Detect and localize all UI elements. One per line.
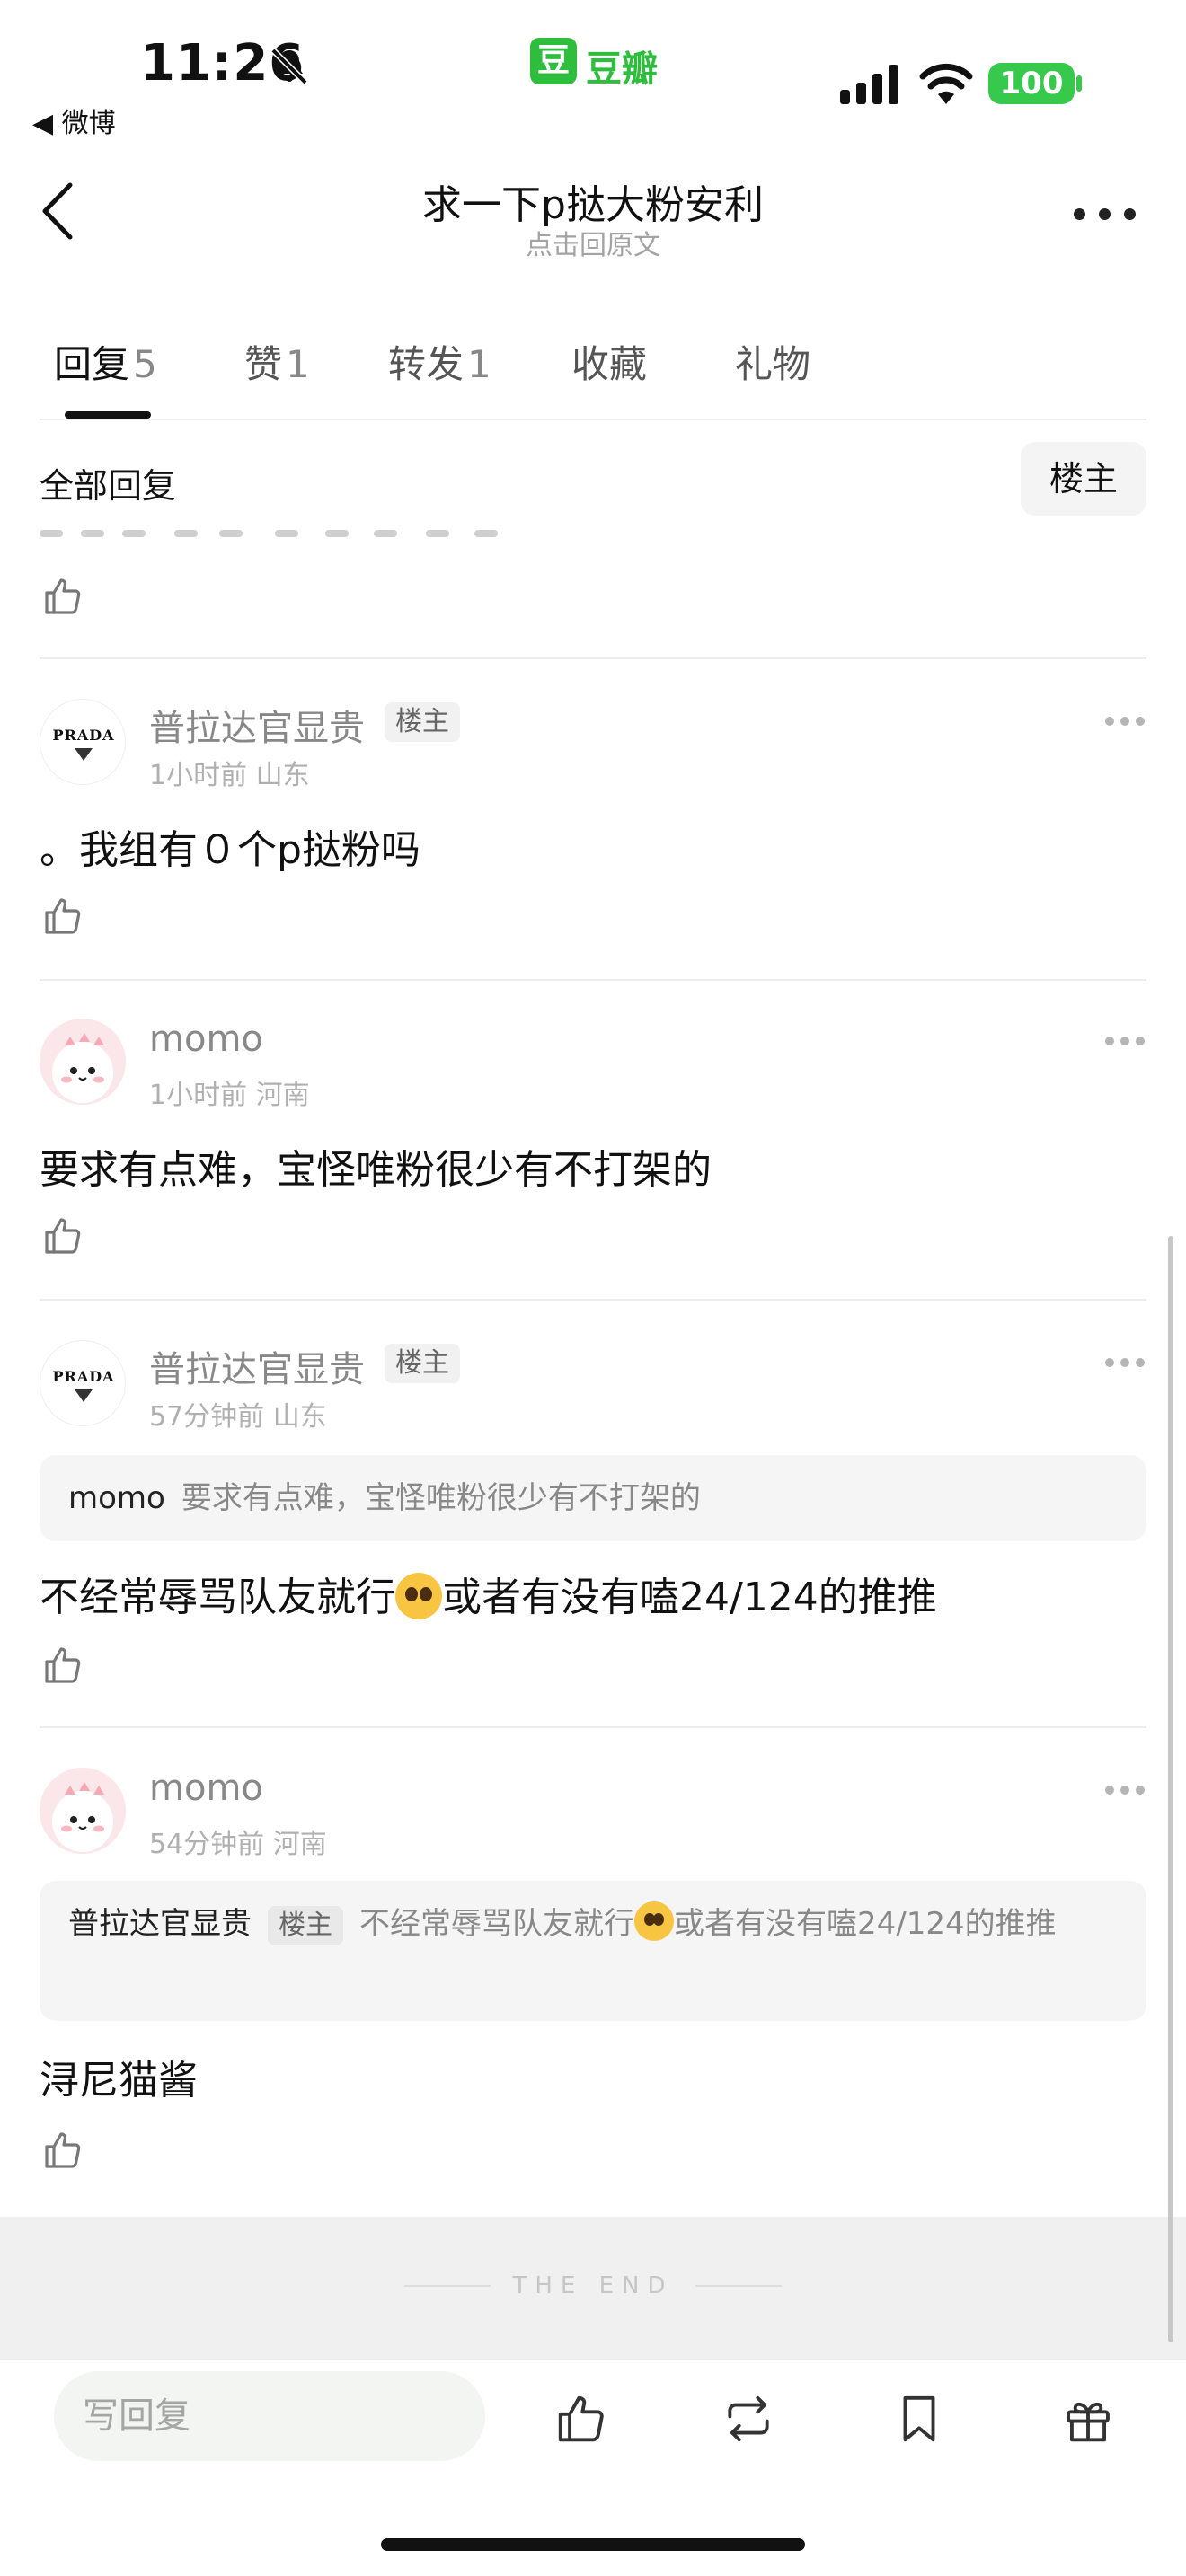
comment-more-icon[interactable] [1105, 1037, 1145, 1047]
owner-badge: 楼主 [385, 702, 460, 742]
prada-logo-mark [75, 1389, 93, 1402]
more-options-icon[interactable] [1074, 205, 1137, 223]
tab-likes[interactable]: 赞1 [244, 334, 310, 389]
prada-logo-mark [75, 748, 93, 761]
all-replies-label: 全部回复 [40, 466, 177, 506]
divider [40, 979, 1146, 981]
quoted-username: 普拉达官显贵 [68, 1906, 252, 1942]
comment-more-icon[interactable] [1105, 717, 1145, 728]
repost-icon[interactable] [721, 2391, 776, 2447]
like-icon[interactable] [41, 575, 84, 618]
battery-tip [1076, 75, 1082, 92]
prada-logo: PRADA [52, 727, 115, 744]
douban-app-icon: 豆 [530, 38, 577, 84]
comment-username[interactable]: momo [149, 1768, 263, 1809]
comment-meta: 57分钟前 山东 [149, 1401, 327, 1433]
tab-reposts[interactable]: 转发1 [388, 334, 491, 389]
like-icon[interactable] [41, 1214, 84, 1257]
quoted-text: 要求有点难，宝怪唯粉很少有不打架的 [181, 1480, 701, 1516]
comment-username[interactable]: 普拉达官显贵 [149, 1340, 365, 1392]
comment-more-icon[interactable] [1105, 1358, 1145, 1369]
tab-gifts[interactable]: 礼物 [735, 334, 810, 389]
like-icon[interactable] [41, 895, 84, 938]
comment-username[interactable]: 普拉达官显贵 [149, 699, 365, 751]
active-tab-indicator [65, 411, 151, 419]
page-title[interactable]: 求一下p挞大粉安利 [0, 172, 1186, 230]
back-to-original-link[interactable]: 点击回原文 [0, 223, 1186, 262]
divider [40, 657, 1146, 659]
comment-meta: 1小时前 河南 [149, 1080, 310, 1111]
comment-content: 浔尼猫酱 [40, 2058, 198, 2104]
comment-username[interactable]: momo [149, 1019, 263, 1060]
like-icon[interactable] [41, 1644, 84, 1687]
back-to-weibo-link[interactable]: ◀ 微博 [32, 101, 116, 140]
wifi-icon [919, 63, 973, 104]
pleading-face-emoji [395, 1573, 442, 1619]
bottom-bar-divider [0, 2359, 1186, 2360]
like-icon[interactable] [553, 2391, 609, 2447]
comment-more-icon[interactable] [1105, 1786, 1145, 1796]
scrollbar[interactable] [1168, 1236, 1173, 2342]
signal-icon [840, 65, 898, 104]
momo-avatar-art [52, 1782, 113, 1852]
tab-replies[interactable]: 回复5 [54, 334, 157, 389]
owner-badge: 楼主 [268, 1906, 343, 1945]
app-name: 豆瓣 [586, 49, 658, 90]
end-of-list-label: THE END [512, 2272, 674, 2299]
comment-meta: 54分钟前 河南 [149, 1829, 327, 1860]
avatar[interactable]: PRADA [40, 1340, 126, 1426]
pleading-face-emoji [634, 1901, 674, 1941]
divider [40, 419, 1146, 420]
avatar[interactable]: PRADA [40, 699, 126, 785]
tab-collections[interactable]: 收藏 [571, 334, 647, 389]
comment-content: 。我组有０个p挞粉吗 [40, 827, 420, 873]
comment-content: 要求有点难，宝怪唯粉很少有不打架的 [40, 1147, 712, 1193]
gift-icon[interactable] [1060, 2391, 1116, 2447]
prada-logo: PRADA [52, 1368, 115, 1385]
comment-content: 不经常辱骂队友就行 或者有没有嗑24/124的推推 [40, 1573, 937, 1620]
momo-avatar-art [52, 1033, 113, 1103]
divider [40, 1726, 1146, 1728]
bell-muted-icon [270, 48, 308, 85]
truncated-previous-comment [40, 530, 507, 543]
battery-indicator: 100 [988, 63, 1075, 104]
comment-meta: 1小时前 山东 [149, 760, 310, 791]
avatar[interactable] [40, 1768, 126, 1854]
quoted-reply[interactable]: momo 要求有点难，宝怪唯粉很少有不打架的 [40, 1455, 1146, 1541]
home-indicator [381, 2538, 805, 2551]
like-icon[interactable] [41, 2129, 84, 2172]
reply-input[interactable]: 写回复 [54, 2371, 485, 2461]
owner-badge: 楼主 [385, 1344, 460, 1383]
bookmark-icon[interactable] [891, 2391, 947, 2447]
owner-only-button[interactable]: 楼主 [1021, 442, 1146, 516]
quoted-reply[interactable]: 普拉达官显贵 楼主 不经常辱骂队友就行 或者有没有嗑24/124的推推 [40, 1881, 1146, 2021]
quoted-username: momo [68, 1480, 165, 1516]
avatar[interactable] [40, 1019, 126, 1105]
divider [40, 1299, 1146, 1301]
